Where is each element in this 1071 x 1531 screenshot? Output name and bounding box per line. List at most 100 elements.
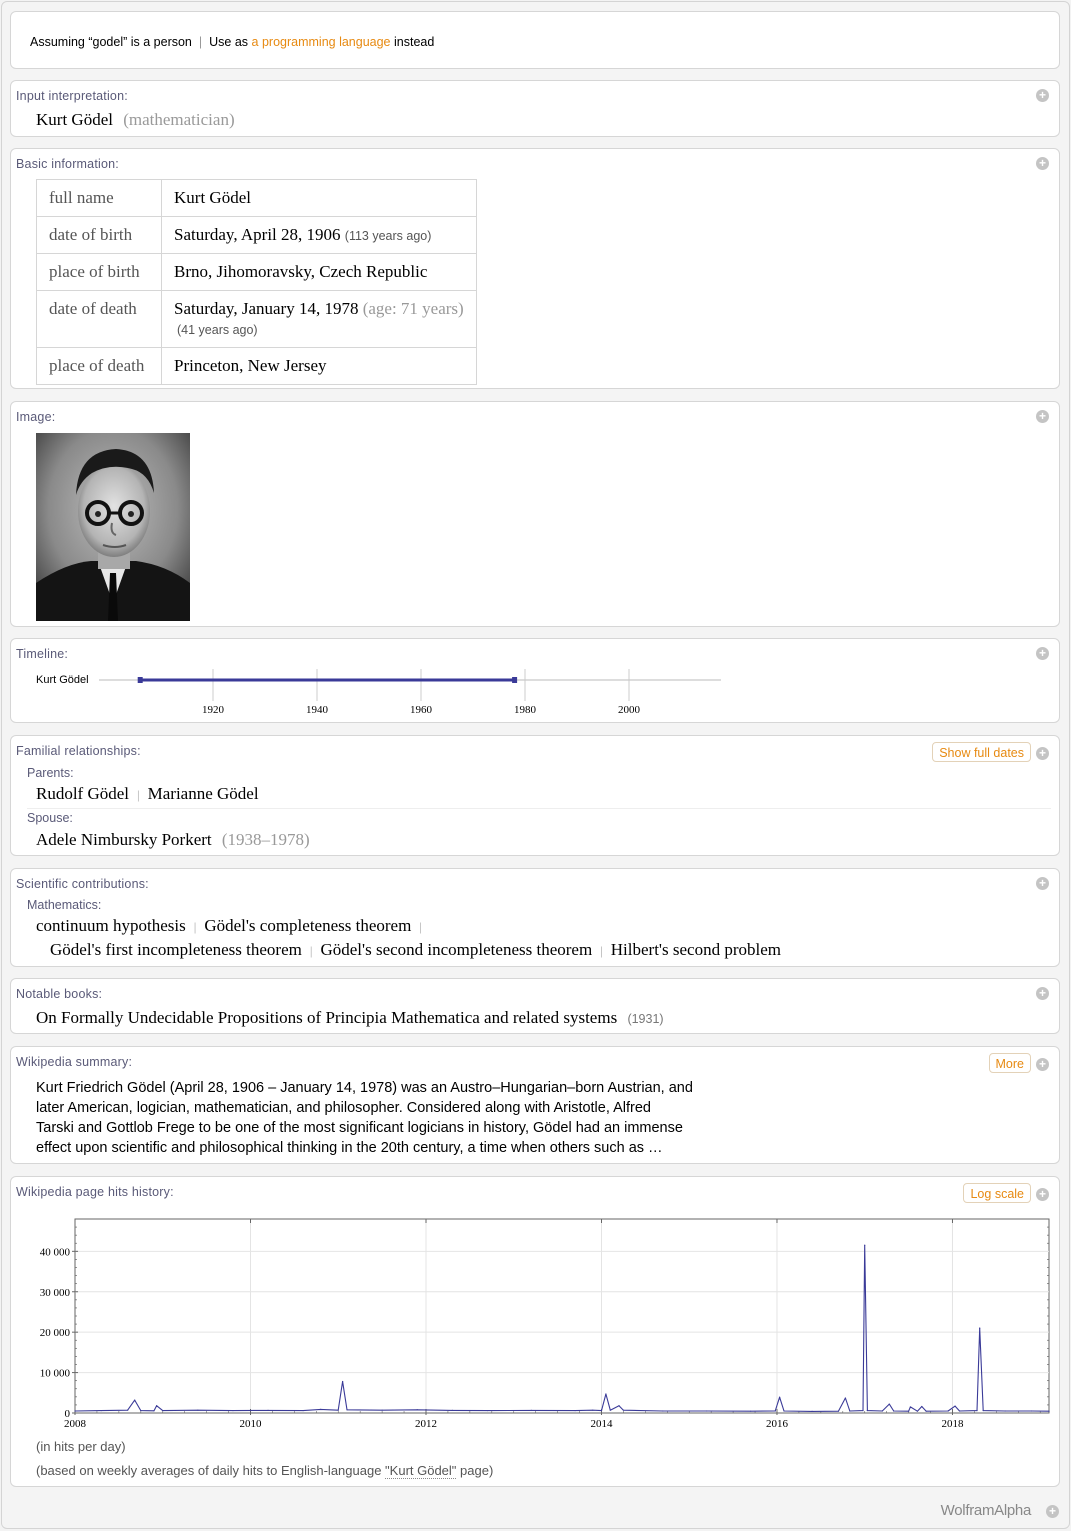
page-hits-data-point xyxy=(979,1327,981,1329)
divider xyxy=(27,808,1051,809)
page-hits-data-point xyxy=(197,1409,199,1411)
assumption-prefix: Assuming “godel” is a person xyxy=(30,35,192,49)
timeline-chart: Kurt Gödel 1920 1940 1960 1980 2000 xyxy=(36,669,721,716)
portrait-photo xyxy=(36,433,190,621)
timeline-tick-label: 1960 xyxy=(410,704,433,716)
kurt-godel-page-link[interactable]: "Kurt Gödel" xyxy=(385,1463,457,1479)
pod-expand-icon[interactable] xyxy=(1036,747,1049,760)
value-text: Brno, Jihomoravsky, Czech Republic xyxy=(174,262,428,281)
page-hits-data-point xyxy=(346,1409,348,1411)
page-hits-data-point xyxy=(908,1410,910,1412)
page-hits-data-point xyxy=(916,1410,918,1412)
x-tick-label: 2014 xyxy=(590,1418,613,1430)
page-hits-data-point xyxy=(783,1410,785,1412)
page-hits-data-point xyxy=(618,1405,620,1407)
page-hits-data-point xyxy=(921,1405,923,1408)
interpretation-name: Kurt Gödel xyxy=(36,110,113,129)
x-tick-label: 2016 xyxy=(766,1418,789,1430)
pod-expand-icon[interactable] xyxy=(1036,647,1049,660)
wolframalpha-logo[interactable]: WolframAlpha xyxy=(941,1502,1032,1519)
page-hits-data-point xyxy=(849,1410,851,1412)
row-value: Saturday, April 28, 1906 (113 years ago) xyxy=(161,216,477,254)
table-row: date of birth Saturday, April 28, 1906 (… xyxy=(36,216,477,254)
page-hits-data-point xyxy=(609,1409,611,1411)
page-hits-data-point xyxy=(156,1405,158,1407)
page-hits-data-point xyxy=(342,1380,344,1383)
page-hits-data-point xyxy=(302,1409,304,1412)
pod-expand-icon[interactable] xyxy=(1036,410,1049,423)
page-hits-data-point xyxy=(774,1410,776,1412)
pod-title: Image: xyxy=(16,410,56,424)
programming-language-link[interactable]: a programming language xyxy=(252,35,391,49)
y-tick-label: 10 000 xyxy=(40,1368,71,1380)
spouse-name: Adele Nimbursky Porkert xyxy=(36,830,212,849)
page-hits-data-point xyxy=(605,1393,607,1395)
assumption-text: Assuming “godel” is a person | Use as a pr… xyxy=(30,35,434,49)
timeline-start-marker xyxy=(137,677,143,683)
parents-label: Parents: xyxy=(27,766,74,780)
table-row: place of birth Brno, Jihomoravsky, Czech… xyxy=(36,253,477,291)
page-hits-data-point xyxy=(1048,1410,1050,1412)
page-hits-data-point xyxy=(140,1409,142,1412)
value-text: Kurt Gödel xyxy=(174,188,251,207)
page-hits-data-point xyxy=(134,1399,136,1401)
page-hits-data-point xyxy=(750,1410,752,1412)
spouse-dates: (1938–1978) xyxy=(221,830,310,849)
page-hits-data-point xyxy=(662,1410,664,1412)
page-hits-data-point xyxy=(486,1409,489,1412)
pod-title: Input interpretation: xyxy=(16,89,128,103)
interpretation-qualifier: (mathematician) xyxy=(123,110,235,129)
instead-label: instead xyxy=(394,35,435,49)
page-hits-data-point xyxy=(947,1410,949,1412)
x-tick-label: 2010 xyxy=(239,1418,262,1430)
value-text: Saturday, April 28, 1906 xyxy=(174,225,341,244)
basic-info-table: full name Kurt Gödel date of birth Satur… xyxy=(36,179,477,385)
parents-list: Rudolf Gödel | Marianne Gödel xyxy=(36,784,259,803)
assumption-bar: Assuming “godel” is a person | Use as a pr… xyxy=(10,11,1060,69)
pod-timeline: Timeline: Kurt Gödel 1920194019601980200… xyxy=(10,638,1060,723)
pod-page-hits-history: Wikipedia page hits history: Log scale 0… xyxy=(10,1176,1060,1487)
pod-expand-icon[interactable] xyxy=(1036,1058,1049,1071)
spouse-line: Adele Nimbursky Porkert (1938–1978) xyxy=(36,830,310,850)
pod-expand-icon[interactable] xyxy=(1036,877,1049,890)
pod-expand-icon[interactable] xyxy=(1036,89,1049,102)
timeline-tick-label: 2000 xyxy=(618,704,641,716)
wikipedia-summary-text: Kurt Friedrich Gödel (April 28, 1906 – J… xyxy=(36,1078,736,1158)
more-button[interactable]: More xyxy=(988,1053,1031,1073)
field-label: Mathematics: xyxy=(27,898,102,912)
summary-line: later American, logician, mathematician,… xyxy=(36,1100,651,1116)
pod-expand-icon[interactable] xyxy=(1036,157,1049,170)
contribution-item: Gödel's second incompleteness theorem xyxy=(320,940,593,959)
page-hits-data-point xyxy=(232,1409,234,1412)
pod-title: Familial relationships: xyxy=(16,744,141,758)
book-year: (1931) xyxy=(627,1012,664,1026)
page-hits-data-point xyxy=(837,1410,840,1412)
page-hits-data-point xyxy=(862,1409,864,1412)
page-hits-data-point xyxy=(706,1410,708,1412)
page-hits-chart: 010 00020 00030 00040 0002008 2010 2012 201… xyxy=(40,1218,1050,1430)
summary-line: Tarski and Gottlob Frege to be one of th… xyxy=(36,1120,683,1136)
value-note: (age: 71 years) xyxy=(362,299,464,318)
page-hits-data-point xyxy=(416,1409,418,1411)
contribution-item: continuum hypothesis xyxy=(36,916,186,935)
page-hits-data-point xyxy=(622,1409,625,1411)
pod-expand-icon[interactable] xyxy=(1036,987,1049,1000)
pod-title: Notable books: xyxy=(16,987,103,1001)
page-hits-data-point xyxy=(74,1410,76,1412)
page-hits-data-point xyxy=(162,1409,164,1412)
chart-unit-note: (in hits per day) xyxy=(36,1439,126,1454)
page-hits-data-point xyxy=(100,1409,102,1412)
page-hits-data-point xyxy=(127,1409,129,1411)
page-hits-data-point xyxy=(909,1406,911,1408)
timeline-person-label: Kurt Gödel xyxy=(36,674,89,686)
assumption-separator: | xyxy=(198,35,203,49)
contributions-line-2: Gödel's first incompleteness theorem | Göd… xyxy=(50,940,781,959)
row-value: Saturday, January 14, 1978 (age: 71 year… xyxy=(161,290,477,348)
page-hits-data-point xyxy=(267,1409,269,1411)
book-title: On Formally Undecidable Propositions of … xyxy=(36,1008,618,1027)
show-full-dates-button[interactable]: Show full dates xyxy=(932,742,1031,762)
page-hits-data-point xyxy=(982,1409,984,1412)
page-hits-data-point xyxy=(592,1409,594,1411)
page-hits-data-point xyxy=(958,1410,961,1412)
footer-expand-icon[interactable] xyxy=(1046,1505,1059,1518)
